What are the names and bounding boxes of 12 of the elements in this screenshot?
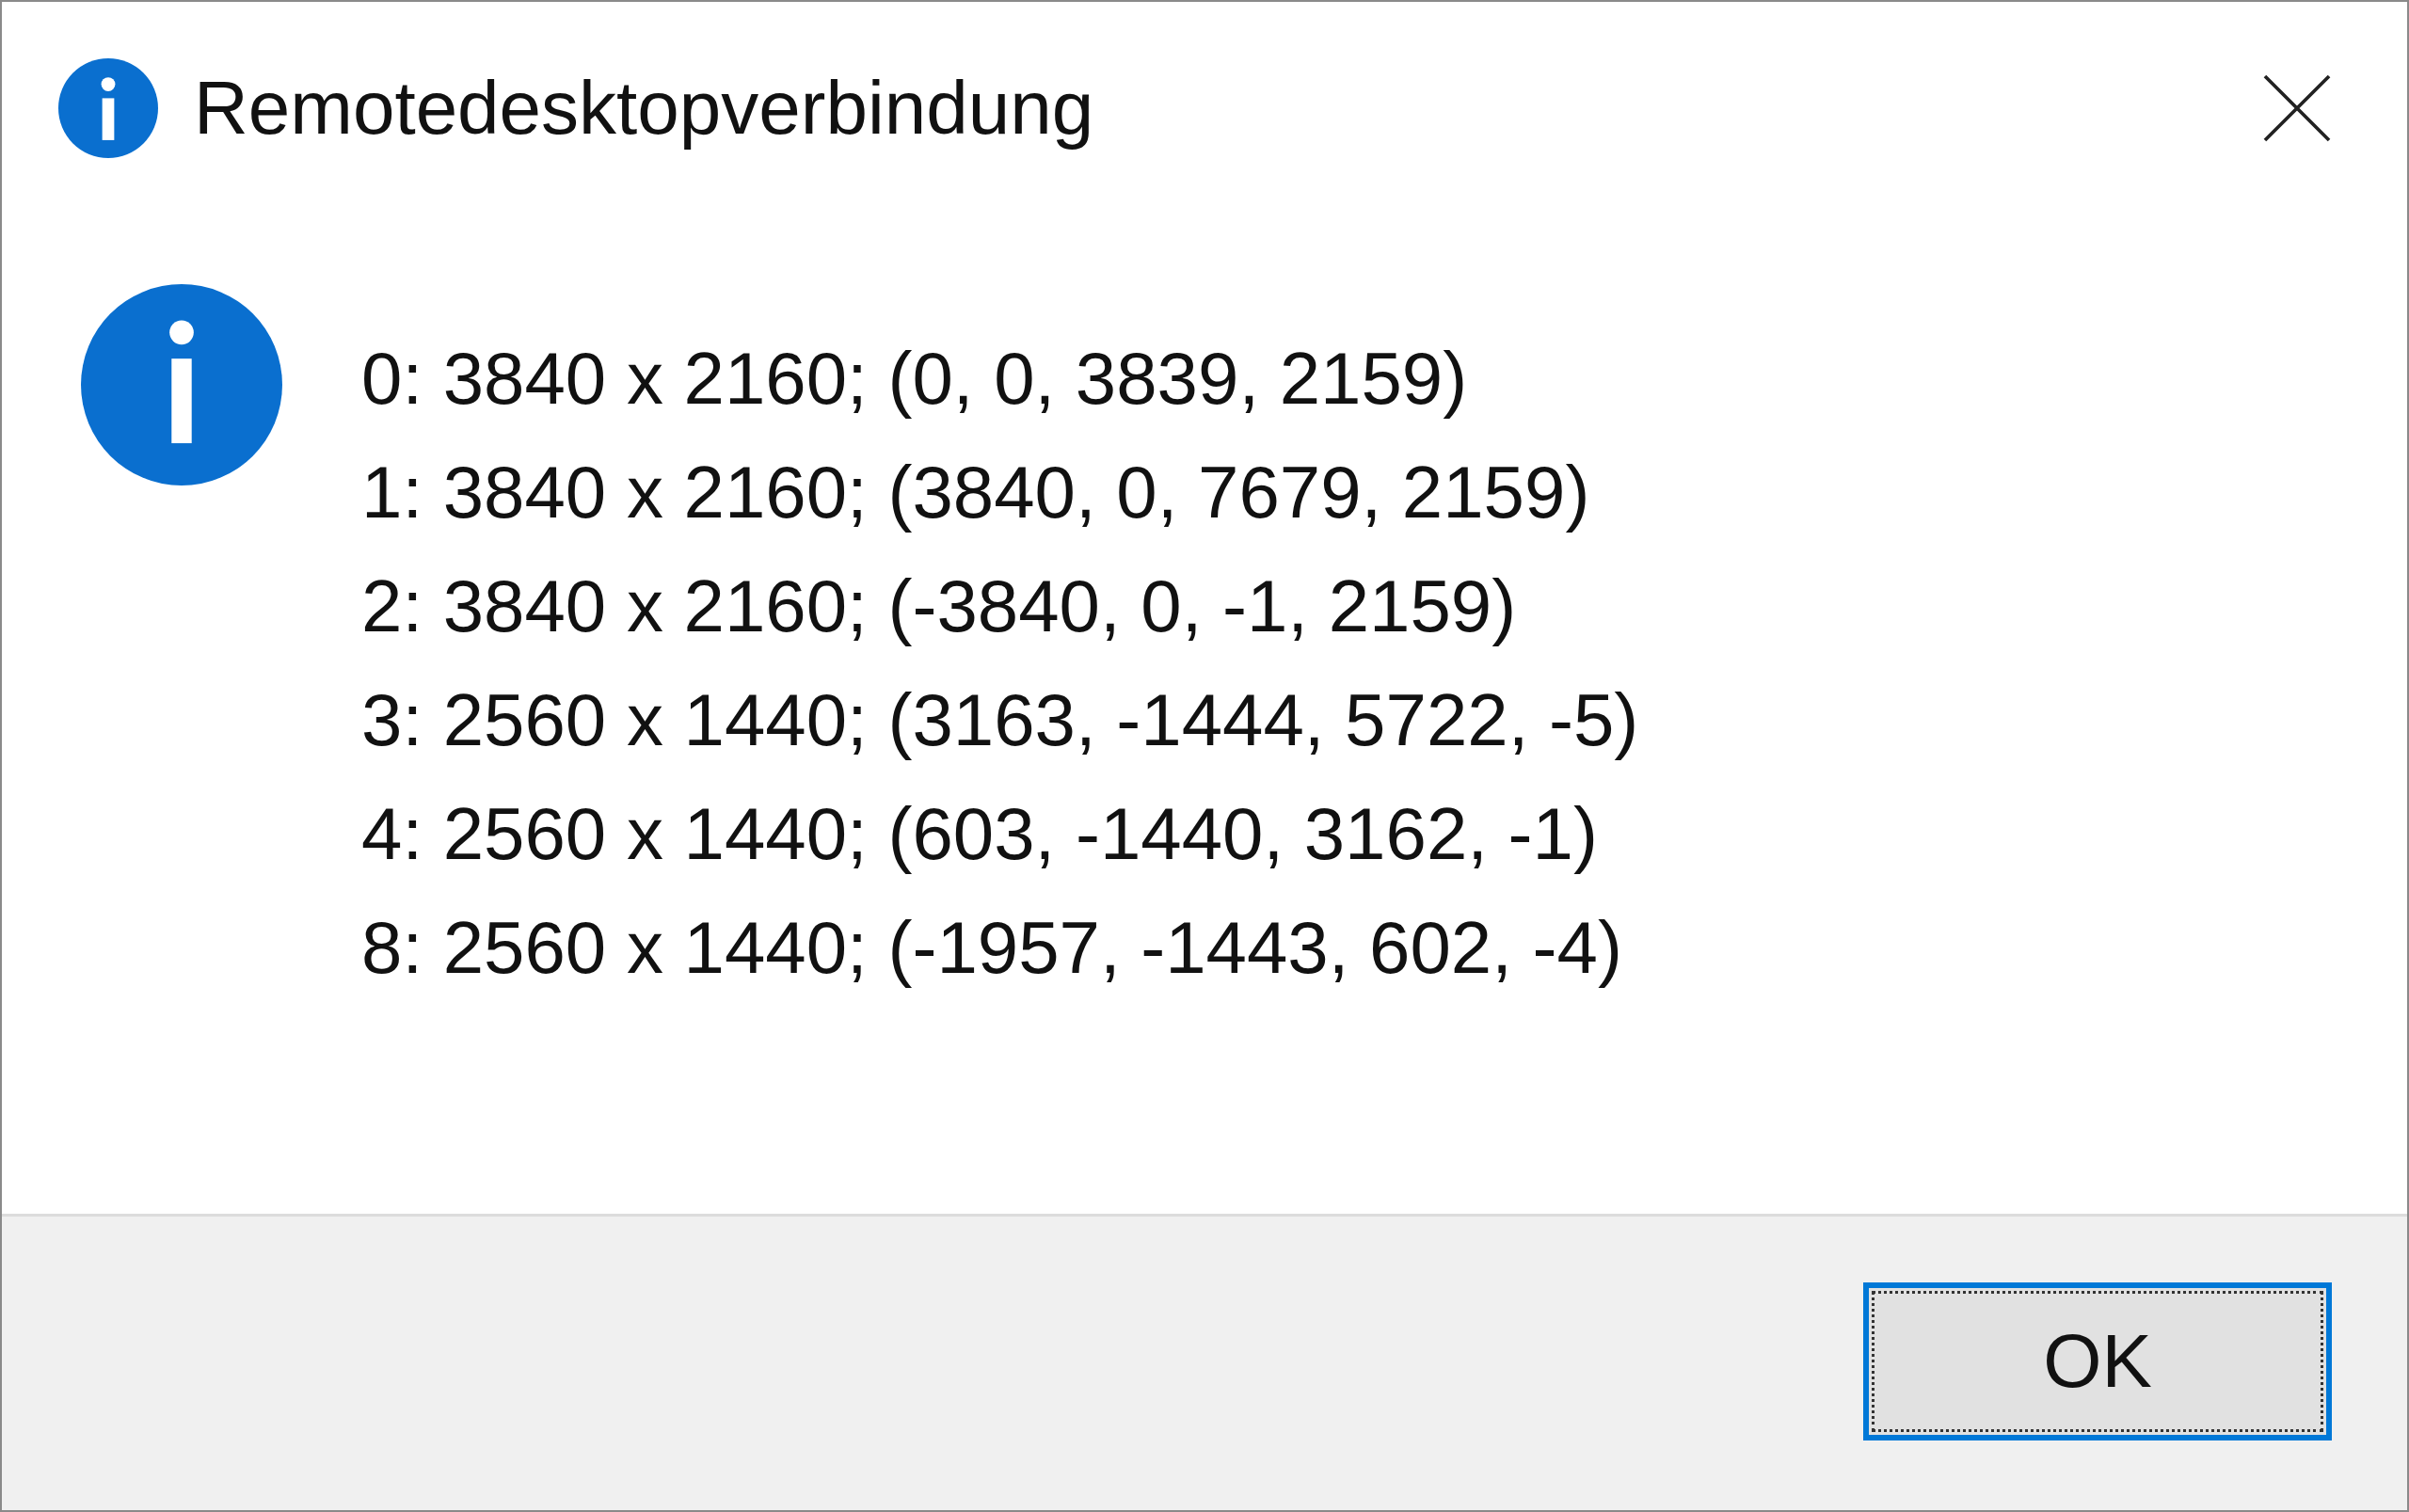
message-line: 8: 2560 x 1440; (-1957, -1443, 602, -4) <box>361 905 1623 991</box>
message-line: 3: 2560 x 1440; (3163, -1444, 5722, -5) <box>361 677 1639 763</box>
message-line: 2: 3840 x 2160; (-3840, 0, -1, 2159) <box>361 564 1518 649</box>
window-title: Remotedesktopverbindung <box>194 64 1095 151</box>
message-line: 0: 3840 x 2160; (0, 0, 3839, 2159) <box>361 336 1469 422</box>
info-icon <box>81 284 282 485</box>
message-line: 4: 2560 x 1440; (603, -1440, 3162, -1) <box>361 791 1599 877</box>
message-line: 1: 3840 x 2160; (3840, 0, 7679, 2159) <box>361 450 1591 535</box>
info-icon <box>58 57 158 158</box>
ok-button[interactable]: OK <box>1863 1282 2332 1440</box>
close-button[interactable] <box>2262 72 2332 143</box>
close-icon <box>2262 72 2332 143</box>
